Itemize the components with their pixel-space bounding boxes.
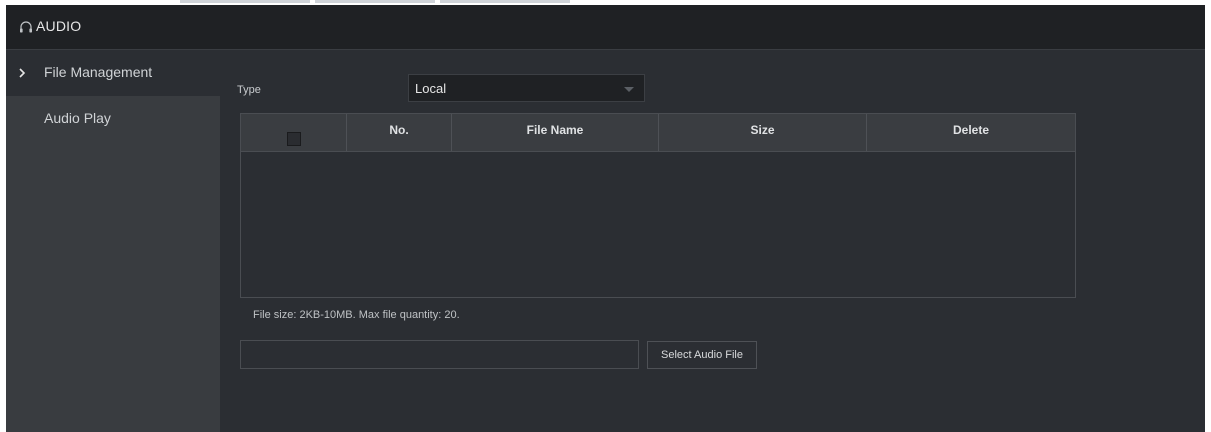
headphones-icon bbox=[20, 21, 32, 33]
audio-file-table: No. File Name Size Delete bbox=[240, 113, 1076, 298]
type-select-value: Local bbox=[415, 81, 447, 96]
select-audio-file-button[interactable]: Select Audio File bbox=[647, 341, 757, 369]
sidebar-item-label: File Management bbox=[44, 64, 153, 80]
dropdown-arrow-icon bbox=[624, 87, 634, 92]
sidebar-item-file-management[interactable]: File Management bbox=[6, 50, 220, 96]
panel-header: AUDIO bbox=[6, 5, 1205, 50]
screen: AUDIO File Management Audio Play Type Lo… bbox=[0, 0, 1211, 432]
sidebar-item-audio-play[interactable]: Audio Play bbox=[6, 96, 220, 142]
chevron-right-icon bbox=[19, 68, 26, 78]
column-header-size: Size bbox=[659, 114, 867, 151]
top-strip-segment bbox=[315, 0, 435, 3]
top-strip-segment bbox=[440, 0, 570, 3]
audio-file-path-field[interactable] bbox=[240, 340, 639, 369]
column-header-delete: Delete bbox=[952, 123, 990, 137]
column-header-no: No. bbox=[347, 114, 452, 151]
file-limit-note: File size: 2KB-10MB. Max file quantity: … bbox=[253, 309, 460, 321]
column-header-file-name: File Name bbox=[452, 114, 659, 151]
table-header: No. File Name Size Delete bbox=[241, 114, 1075, 152]
top-strip-segment bbox=[180, 0, 310, 3]
select-all-checkbox[interactable] bbox=[287, 132, 301, 146]
table-body bbox=[241, 152, 1075, 297]
panel-title: AUDIO bbox=[36, 18, 82, 34]
type-label: Type bbox=[237, 84, 261, 96]
sidebar-item-label: Audio Play bbox=[44, 110, 111, 126]
select-all-column bbox=[241, 114, 347, 151]
sidebar: File Management Audio Play bbox=[6, 50, 220, 432]
type-select[interactable]: Local bbox=[408, 74, 645, 102]
